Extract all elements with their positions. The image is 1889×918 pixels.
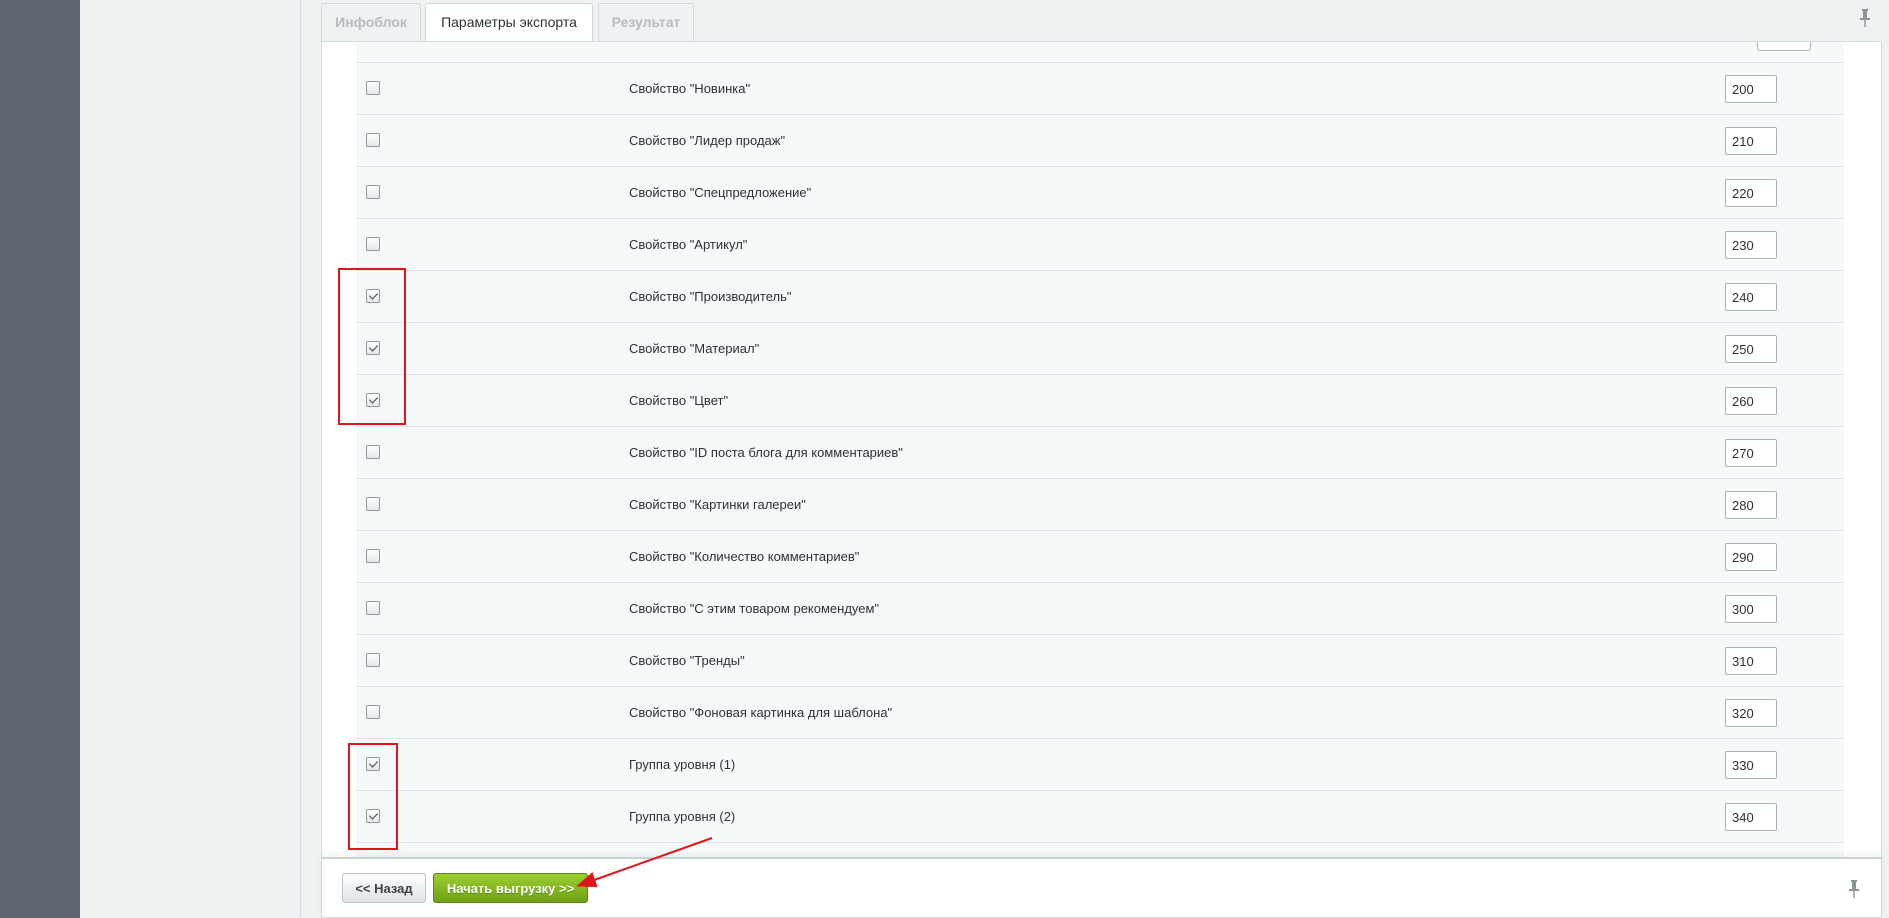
row-checkbox[interactable] bbox=[366, 705, 380, 719]
property-label: Свойство "Новинка" bbox=[629, 81, 751, 96]
table-row: Свойство "Тренды" bbox=[356, 635, 1844, 687]
table-row: Свойство "Производитель" bbox=[356, 271, 1844, 323]
table-row-partial bbox=[356, 42, 1844, 63]
property-label: Группа уровня (1) bbox=[629, 757, 736, 772]
sort-order-input[interactable] bbox=[1725, 491, 1777, 519]
property-label: Свойство "С этим товаром рекомендуем" bbox=[629, 601, 880, 616]
sort-order-input[interactable] bbox=[1725, 543, 1777, 571]
start-export-button[interactable]: Начать выгрузку >> bbox=[433, 873, 588, 903]
table-row: Свойство "С этим товаром рекомендуем" bbox=[356, 583, 1844, 635]
property-label: Свойство "Материал" bbox=[629, 341, 760, 356]
properties-table: Свойство "Новинка" Свойство "Лидер продаж… bbox=[356, 42, 1844, 857]
sort-order-input[interactable] bbox=[1725, 803, 1777, 831]
property-label: Свойство "Производитель" bbox=[629, 289, 792, 304]
table-row: Свойство "Лидер продаж" bbox=[356, 115, 1844, 167]
property-label: Свойство "Фоновая картинка для шаблона" bbox=[629, 705, 893, 720]
pin-icon[interactable] bbox=[1857, 8, 1873, 28]
row-checkbox[interactable] bbox=[366, 549, 380, 563]
row-checkbox[interactable] bbox=[366, 133, 380, 147]
table-row: Группа уровня (2) bbox=[356, 791, 1844, 843]
tab-infoblock[interactable]: Инфоблок bbox=[321, 3, 421, 41]
sort-order-input[interactable] bbox=[1725, 387, 1777, 415]
sort-order-input[interactable] bbox=[1725, 283, 1777, 311]
pin-icon[interactable] bbox=[1846, 879, 1862, 899]
table-row: Свойство "Картинки галереи" bbox=[356, 479, 1844, 531]
property-label: Свойство "Спецпредложение" bbox=[629, 185, 812, 200]
property-label: Свойство "Цвет" bbox=[629, 393, 729, 408]
table-row: Свойство "Фоновая картинка для шаблона" bbox=[356, 687, 1844, 739]
property-label: Свойство "Тренды" bbox=[629, 653, 745, 668]
row-checkbox[interactable] bbox=[366, 601, 380, 615]
highlight-box-groups bbox=[348, 743, 398, 850]
table-row: Свойство "Материал" bbox=[356, 323, 1844, 375]
sort-order-input[interactable] bbox=[1725, 127, 1777, 155]
property-label: Свойство "ID поста блога для комментарие… bbox=[629, 445, 903, 460]
sort-order-input[interactable] bbox=[1725, 439, 1777, 467]
export-properties-panel: Свойство "Новинка" Свойство "Лидер продаж… bbox=[321, 41, 1882, 858]
table-row: Свойство "Артикул" bbox=[356, 219, 1844, 271]
sort-order-input[interactable] bbox=[1725, 751, 1777, 779]
table-row: Группа уровня (1) bbox=[356, 739, 1844, 791]
sort-order-input[interactable] bbox=[1725, 179, 1777, 207]
sort-input-partial[interactable] bbox=[1757, 42, 1811, 51]
left-sidebar-rail bbox=[0, 0, 80, 918]
row-checkbox[interactable] bbox=[366, 237, 380, 251]
property-label: Группа уровня (2) bbox=[629, 809, 736, 824]
row-checkbox[interactable] bbox=[366, 497, 380, 511]
table-row: Свойство "Количество комментариев" bbox=[356, 531, 1844, 583]
back-button[interactable]: << Назад bbox=[342, 873, 426, 903]
tab-result[interactable]: Результат bbox=[598, 3, 694, 41]
row-checkbox[interactable] bbox=[366, 445, 380, 459]
sort-order-input[interactable] bbox=[1725, 231, 1777, 259]
property-label: Свойство "Артикул" bbox=[629, 237, 748, 252]
row-checkbox[interactable] bbox=[366, 185, 380, 199]
table-row: Свойство "Новинка" bbox=[356, 63, 1844, 115]
highlight-box-properties bbox=[338, 268, 406, 425]
sort-order-input[interactable] bbox=[1725, 75, 1777, 103]
sort-order-input[interactable] bbox=[1725, 647, 1777, 675]
property-label: Свойство "Лидер продаж" bbox=[629, 133, 786, 148]
table-row: Свойство "ID поста блога для комментарие… bbox=[356, 427, 1844, 479]
left-menu-panel bbox=[80, 0, 301, 918]
tab-export-params[interactable]: Параметры экспорта bbox=[425, 3, 593, 44]
footer-toolbar: << Назад Начать выгрузку >> bbox=[321, 858, 1882, 918]
table-row: Свойство "Цвет" bbox=[356, 375, 1844, 427]
property-label: Свойство "Количество комментариев" bbox=[629, 549, 860, 564]
property-label: Свойство "Картинки галереи" bbox=[629, 497, 806, 512]
table-row: Свойство "Спецпредложение" bbox=[356, 167, 1844, 219]
row-checkbox[interactable] bbox=[366, 653, 380, 667]
sort-order-input[interactable] bbox=[1725, 595, 1777, 623]
row-checkbox[interactable] bbox=[366, 81, 380, 95]
sort-order-input[interactable] bbox=[1725, 335, 1777, 363]
sort-order-input[interactable] bbox=[1725, 699, 1777, 727]
